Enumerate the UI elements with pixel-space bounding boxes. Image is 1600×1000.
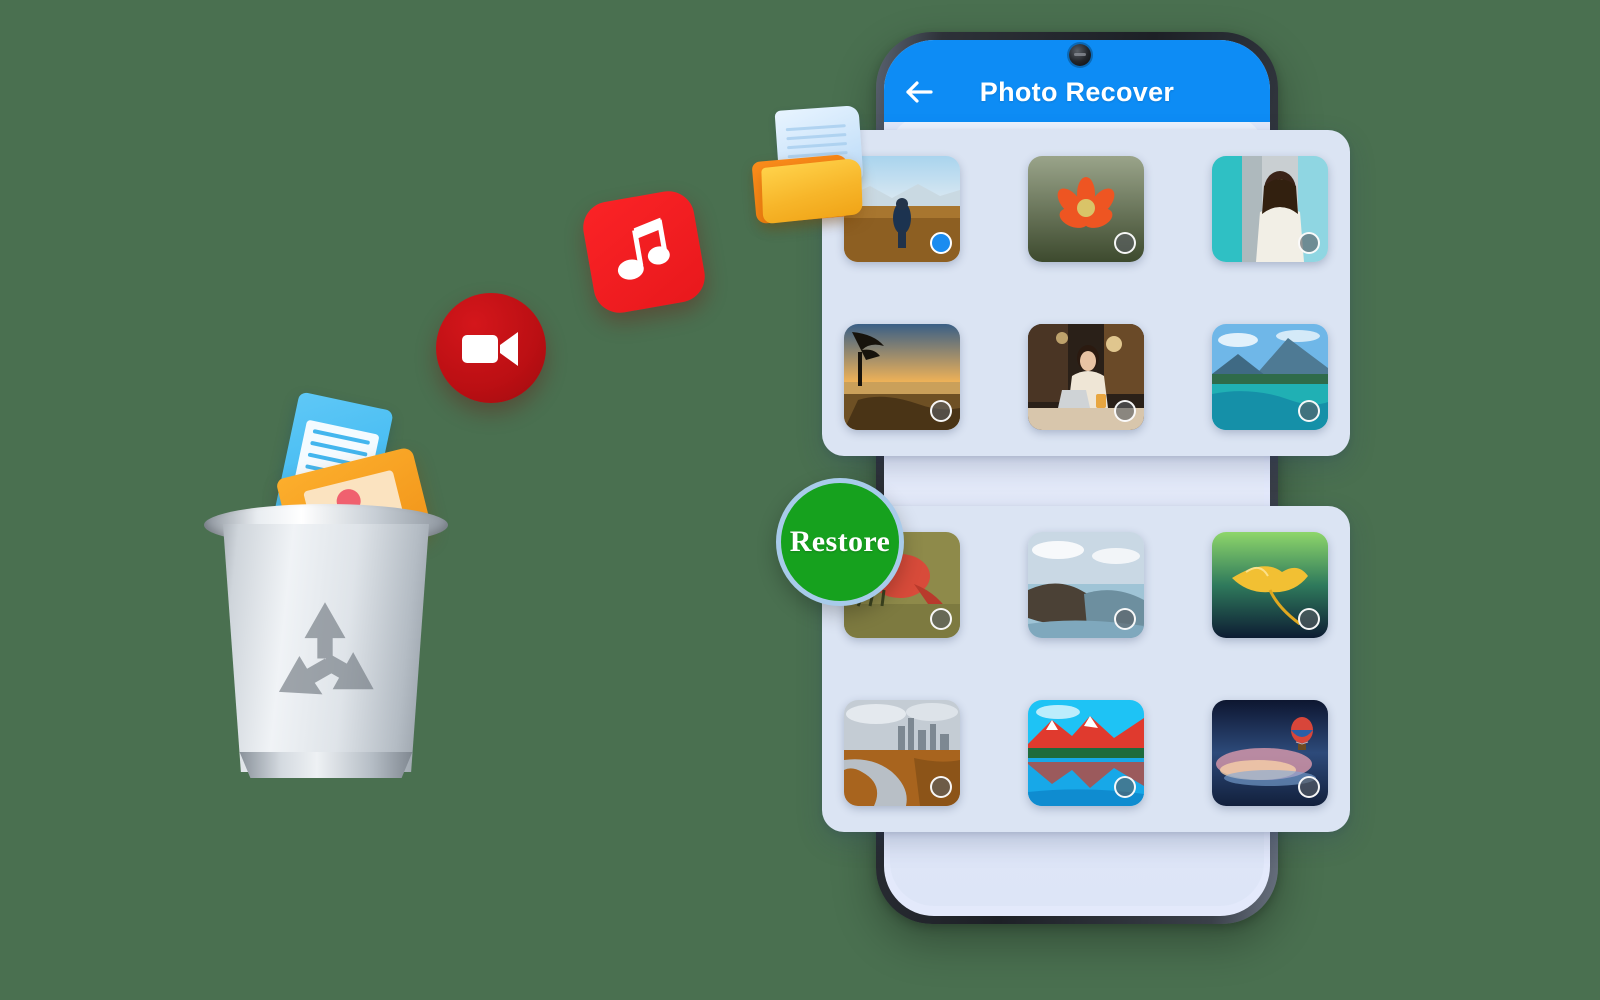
photo-select-checkbox[interactable] bbox=[1114, 776, 1136, 798]
photo-tile-hot-air-balloon-dusk[interactable] bbox=[1212, 700, 1328, 806]
photo-tile-mountain-reflection[interactable] bbox=[1028, 700, 1144, 806]
photo-select-checkbox[interactable] bbox=[1114, 232, 1136, 254]
back-button[interactable] bbox=[902, 77, 936, 107]
recycle-symbol-icon bbox=[278, 602, 374, 695]
restore-button[interactable]: Restore bbox=[776, 478, 904, 606]
photo-select-checkbox[interactable] bbox=[1298, 776, 1320, 798]
illustration-scene: Photo Recover Restore bbox=[0, 0, 1600, 1000]
photo-tile-orange-flower[interactable] bbox=[1028, 156, 1144, 262]
photo-grid bbox=[822, 532, 1350, 806]
photo-card-1 bbox=[822, 130, 1350, 456]
photo-tile-city-skyline-road[interactable] bbox=[844, 700, 960, 806]
photo-grid bbox=[822, 156, 1350, 430]
photo-tile-woman-portrait[interactable] bbox=[1212, 156, 1328, 262]
photo-tile-coastal-cliff[interactable] bbox=[1028, 532, 1144, 638]
page-title: Photo Recover bbox=[979, 76, 1175, 107]
arrow-left-icon bbox=[906, 81, 933, 103]
recycle-bin bbox=[196, 391, 456, 796]
photo-select-checkbox[interactable] bbox=[1298, 232, 1320, 254]
open-folder-icon bbox=[751, 105, 882, 228]
photo-select-checkbox[interactable] bbox=[1114, 608, 1136, 630]
photo-select-checkbox[interactable] bbox=[1298, 608, 1320, 630]
video-camera-icon bbox=[436, 293, 546, 403]
photo-select-checkbox[interactable] bbox=[1298, 400, 1320, 422]
photo-select-checkbox[interactable] bbox=[1114, 400, 1136, 422]
music-note-glyph bbox=[617, 217, 670, 280]
bin-base bbox=[239, 752, 413, 778]
video-camera-glyph bbox=[462, 332, 518, 366]
photo-tile-woman-at-laptop[interactable] bbox=[1028, 324, 1144, 430]
photo-tile-yellow-leaf[interactable] bbox=[1212, 532, 1328, 638]
photo-select-checkbox[interactable] bbox=[930, 400, 952, 422]
photo-select-checkbox[interactable] bbox=[930, 232, 952, 254]
music-note-icon bbox=[579, 187, 709, 317]
folder-front-panel bbox=[761, 157, 863, 225]
front-camera-icon bbox=[1069, 44, 1091, 66]
photo-select-checkbox[interactable] bbox=[930, 608, 952, 630]
photo-select-checkbox[interactable] bbox=[930, 776, 952, 798]
photo-tile-lake-sunset-tree[interactable] bbox=[844, 324, 960, 430]
photo-tile-mountain-lake[interactable] bbox=[1212, 324, 1328, 430]
